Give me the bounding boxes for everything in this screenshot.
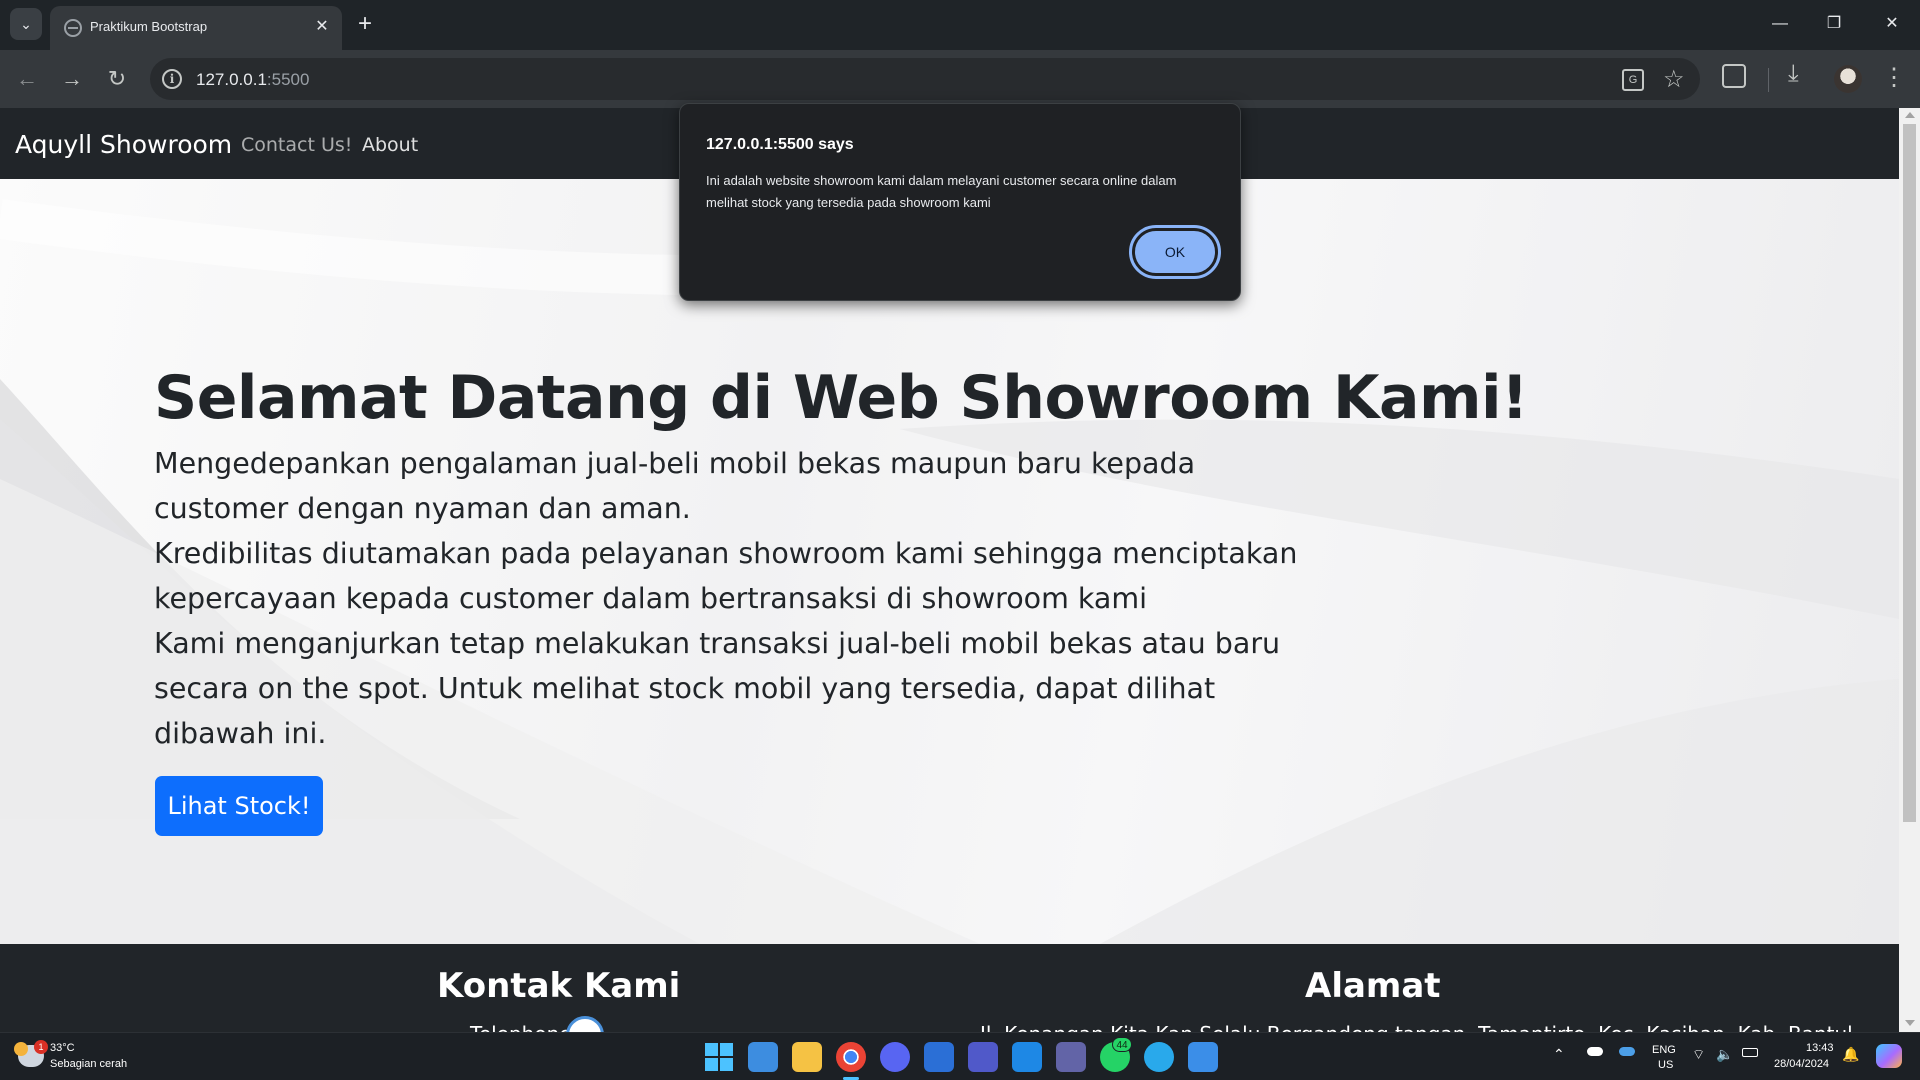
nav-link-contact[interactable]: Contact Us! [241, 134, 352, 156]
battery-icon[interactable] [1742, 1048, 1758, 1057]
tray-chevron-up-icon[interactable]: ⌃ [1553, 1046, 1565, 1063]
notepad-icon[interactable] [748, 1042, 778, 1072]
hero-line: Mengedepankan pengalaman jual-beli mobil… [154, 447, 1196, 480]
weather-badge: 1 [34, 1040, 48, 1054]
window-maximize-button[interactable]: ❐ [1814, 8, 1854, 40]
keyboard-layout-indicator[interactable]: US [1658, 1059, 1673, 1071]
scroll-down-arrow-icon[interactable] [1905, 1020, 1915, 1026]
nav-link-about[interactable]: About [362, 134, 418, 156]
telegram-icon[interactable] [1144, 1042, 1174, 1072]
address-text: Jl. Kenangan Kita Kan Selalu Bergandeng … [980, 1022, 1853, 1032]
back-icon[interactable]: ← [12, 64, 42, 94]
alert-title: 127.0.0.1:5500 says [706, 136, 854, 153]
teams-classic-icon[interactable] [1056, 1042, 1086, 1072]
tab-search-icon[interactable]: ⌄ [10, 8, 42, 40]
new-tab-button[interactable]: + [352, 12, 378, 38]
lihat-stock-button[interactable]: Lihat Stock! [155, 776, 323, 836]
toolbar-divider [1768, 68, 1769, 92]
hero-line: dibawah ini. [154, 717, 327, 750]
vscode-icon[interactable] [1012, 1042, 1042, 1072]
file-explorer-icon[interactable] [792, 1042, 822, 1072]
hero-line: Kredibilitas diutamakan pada pelayanan s… [154, 537, 1298, 570]
site-footer: Kontak Kami Telephone Alamat Jl. Kenanga… [0, 944, 1899, 1032]
copilot-icon[interactable] [1876, 1044, 1902, 1068]
navbar-brand[interactable]: Aquyll Showroom [15, 130, 232, 159]
browser-tab-active[interactable]: Praktikum Bootstrap ✕ [50, 6, 342, 50]
hero-line: customer dengan nyaman dan aman. [154, 492, 691, 525]
start-icon[interactable] [704, 1042, 734, 1072]
extensions-icon[interactable] [1722, 64, 1746, 88]
microsoft-store-icon[interactable] [924, 1042, 954, 1072]
phone-icon[interactable] [566, 1016, 604, 1032]
windows-taskbar: 1 33°C Sebagian cerah 44 ⌃ ENG US ⌔ 🔈 13… [0, 1032, 1920, 1080]
scrollbar-thumb[interactable] [1903, 124, 1916, 822]
address-heading: Alamat [1305, 966, 1441, 1006]
onedrive-business-icon[interactable] [1619, 1047, 1635, 1056]
alert-dialog: 127.0.0.1:5500 says Ini adalah website s… [679, 103, 1241, 301]
discord-icon[interactable] [880, 1042, 910, 1072]
whatsapp-badge: 44 [1112, 1037, 1132, 1052]
teams-icon[interactable] [968, 1042, 998, 1072]
start-tile [705, 1043, 718, 1056]
browser-tabstrip: ⌄ Praktikum Bootstrap ✕ + — ❐ ✕ [0, 0, 1920, 50]
page-scrollbar[interactable] [1899, 108, 1920, 1032]
translate-icon[interactable]: G [1622, 69, 1644, 91]
start-tile [705, 1058, 718, 1071]
globe-icon [64, 19, 82, 37]
chrome-icon[interactable] [836, 1042, 866, 1072]
address-bar[interactable]: i 127.0.0.1:5500 G ☆ [150, 58, 1700, 100]
start-tile [720, 1043, 733, 1056]
site-info-icon[interactable]: i [162, 69, 182, 89]
alert-ok-button[interactable]: OK [1129, 225, 1221, 279]
paint-icon[interactable] [1188, 1042, 1218, 1072]
wifi-icon[interactable]: ⌔ [1692, 1046, 1705, 1064]
notification-bell-icon[interactable]: 🔔 [1842, 1046, 1859, 1063]
clock-time[interactable]: 13:43 [1806, 1042, 1834, 1054]
start-tile [720, 1058, 733, 1071]
hero-line: Kami menganjurkan tetap melakukan transa… [154, 627, 1281, 660]
clock-date[interactable]: 28/04/2024 [1774, 1058, 1829, 1070]
hero-title: Selamat Datang di Web Showroom Kami! [154, 363, 1528, 433]
window-minimize-button[interactable]: — [1760, 8, 1800, 40]
menu-icon[interactable]: ⋮ [1882, 61, 1906, 95]
url-text[interactable]: 127.0.0.1:5500 [196, 70, 309, 90]
hero-line: secara on the spot. Untuk melihat stock … [154, 672, 1216, 705]
hero-line: kepercayaan kepada customer dalam bertra… [154, 582, 1148, 615]
weather-temperature[interactable]: 33°C [50, 1042, 75, 1054]
tab-close-icon[interactable]: ✕ [312, 17, 332, 37]
download-icon[interactable]: ⤓ [1788, 60, 1799, 88]
onedrive-icon[interactable] [1587, 1047, 1603, 1056]
tab-title: Praktikum Bootstrap [90, 19, 208, 34]
avatar[interactable] [1834, 65, 1862, 93]
window-close-button[interactable]: ✕ [1872, 8, 1912, 40]
star-icon[interactable]: ☆ [1663, 65, 1685, 94]
reload-icon[interactable]: ↻ [102, 64, 132, 94]
browser-toolbar: ← → ↻ i 127.0.0.1:5500 G ☆ ⤓ ⋮ [0, 50, 1920, 108]
forward-icon[interactable]: → [57, 64, 87, 94]
hero-description: Mengedepankan pengalaman jual-beli mobil… [154, 441, 1298, 756]
url-port: :5500 [266, 70, 310, 89]
language-indicator[interactable]: ENG [1652, 1044, 1676, 1056]
phone-label: Telephone [470, 1022, 572, 1032]
scroll-up-arrow-icon[interactable] [1905, 112, 1915, 118]
volume-icon[interactable]: 🔈 [1716, 1046, 1733, 1063]
url-host: 127.0.0.1 [196, 70, 267, 89]
weather-description[interactable]: Sebagian cerah [50, 1058, 127, 1070]
contact-heading: Kontak Kami [437, 966, 681, 1006]
alert-message: Ini adalah website showroom kami dalam m… [706, 173, 1177, 210]
